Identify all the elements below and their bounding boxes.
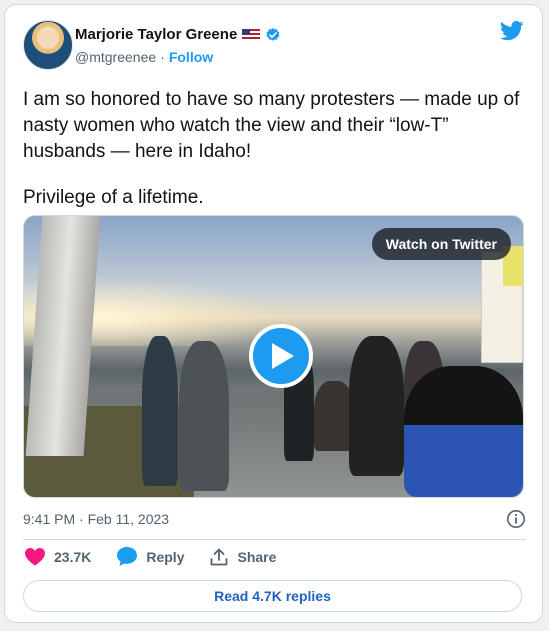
play-icon	[272, 343, 294, 369]
separator-dot: ·	[160, 49, 165, 65]
share-label: Share	[237, 548, 277, 565]
video-frame-person	[349, 336, 404, 476]
verified-badge-icon	[266, 27, 280, 41]
reply-bubble-icon	[117, 547, 138, 566]
play-button[interactable]	[249, 324, 313, 388]
heart-icon	[25, 547, 45, 565]
author-name-row: Marjorie Taylor Greene	[75, 26, 281, 43]
video-frame-person	[179, 341, 229, 491]
read-replies-button[interactable]: Read 4.7K replies	[23, 580, 522, 612]
action-bar: 23.7K Reply Share	[25, 547, 276, 566]
share-button[interactable]: Share	[210, 548, 276, 566]
share-icon	[211, 548, 228, 565]
reply-button[interactable]: Reply	[117, 547, 184, 566]
video-player[interactable]: Watch on Twitter	[23, 215, 524, 498]
avatar[interactable]	[23, 20, 73, 70]
us-flag-icon	[242, 28, 261, 41]
video-frame-person	[142, 336, 178, 486]
like-button[interactable]: 23.7K	[25, 547, 92, 566]
tweet-text: I am so honored to have so many proteste…	[23, 87, 529, 231]
tweet-card: Marjorie Taylor Greene @mtgreenee · Foll…	[4, 4, 543, 623]
info-icon[interactable]	[506, 509, 526, 529]
follow-button[interactable]: Follow	[169, 49, 213, 65]
divider	[23, 539, 526, 540]
twitter-bird-icon[interactable]	[500, 21, 524, 41]
like-count: 23.7K	[54, 548, 92, 565]
watch-on-twitter-button[interactable]: Watch on Twitter	[371, 228, 511, 260]
handle-row: @mtgreenee · Follow	[75, 49, 213, 65]
tweet-paragraph: Privilege of a lifetime.	[23, 187, 204, 208]
author-name[interactable]: Marjorie Taylor Greene	[75, 26, 237, 43]
tweet-paragraph: I am so honored to have so many proteste…	[23, 89, 520, 162]
reply-label: Reply	[146, 548, 185, 565]
tweet-timestamp[interactable]: 9:41 PM · Feb 11, 2023	[23, 511, 169, 527]
author-handle[interactable]: @mtgreenee	[75, 49, 156, 65]
video-frame-person	[314, 381, 354, 451]
video-frame-person	[404, 366, 523, 497]
